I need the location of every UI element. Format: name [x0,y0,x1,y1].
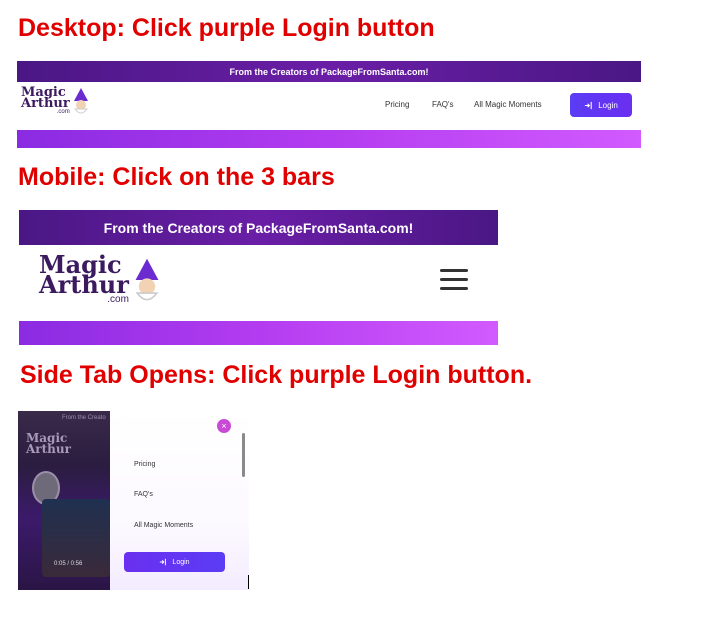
login-button-label: Login [598,100,618,110]
nav-link-faqs[interactable]: FAQ's [432,100,454,109]
video-preview: 0:05 / 0:56 [42,499,110,577]
login-button[interactable]: Login [570,93,632,117]
side-tab-instruction-heading: Side Tab Opens: Click purple Login butto… [20,361,533,389]
accent-bar [17,130,641,148]
desktop-instruction-heading: Desktop: Click purple Login button [18,14,435,42]
promo-banner: From the Creators of PackageFromSanta.co… [17,61,641,82]
logo-line2: Arthur [21,96,70,112]
accent-bar [19,321,498,345]
mobile-instruction-heading: Mobile: Click on the 3 bars [18,163,335,191]
text-cursor [248,575,249,589]
video-time: 0:05 / 0:56 [54,561,83,567]
hamburger-menu-icon[interactable] [440,269,468,291]
side-menu-item-faqs[interactable]: FAQ's [134,491,153,498]
side-menu-item-all-magic-moments[interactable]: All Magic Moments [134,522,193,529]
nav-link-all-magic-moments[interactable]: All Magic Moments [474,100,542,109]
close-icon[interactable]: × [217,419,231,433]
wizard-icon [73,88,88,114]
mobile-screenshot: From the Creators of PackageFromSanta.co… [19,210,498,345]
desktop-screenshot: From the Creators of PackageFromSanta.co… [17,61,641,148]
mobile-navbar: Magic Arthur .com [19,245,498,321]
login-arrow-icon [585,101,592,109]
logo-line2: Arthur [39,270,129,300]
side-tab-screenshot: From the Creato Magic Arthur 0:05 / 0:56… [18,411,249,590]
promo-banner: From the Creators of PackageFromSanta.co… [19,210,498,245]
panel-scrollbar[interactable] [242,433,245,477]
nav-link-pricing[interactable]: Pricing [385,100,409,109]
dimmed-page-background: From the Creato Magic Arthur 0:05 / 0:56 [18,411,110,590]
login-arrow-icon [160,558,167,566]
side-menu-item-pricing[interactable]: Pricing [134,461,155,468]
site-logo: Magic Arthur [26,431,71,456]
site-logo[interactable]: Magic Arthur .com [21,86,92,115]
site-logo[interactable]: Magic Arthur .com [39,253,165,304]
wizard-icon [135,258,159,301]
side-menu-panel: × Pricing FAQ's All Magic Moments Login [110,411,249,590]
side-login-button[interactable]: Login [124,552,225,572]
promo-banner: From the Creato [62,415,106,421]
login-button-label: Login [172,558,190,566]
desktop-navbar: Magic Arthur .com Pricing FAQ's All Magi… [17,82,641,130]
